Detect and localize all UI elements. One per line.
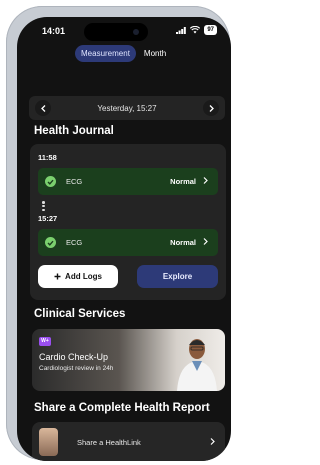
chevron-right-icon <box>203 238 208 245</box>
system-icons: 97 <box>176 25 217 35</box>
clinical-title: Clinical Services <box>34 308 126 320</box>
ecg-status: Normal <box>170 238 196 247</box>
entry-time: 11:58 <box>38 153 57 162</box>
chevron-right-icon <box>209 104 214 112</box>
camera-dot <box>133 29 139 35</box>
dynamic-island <box>84 23 148 41</box>
add-logs-button[interactable]: Add Logs <box>38 265 118 288</box>
brand-badge: W+ <box>39 337 51 346</box>
healthlink-thumbnail <box>39 428 58 456</box>
doctor-image <box>177 339 217 391</box>
explore-button[interactable]: Explore <box>137 265 218 288</box>
card-title: Cardio Check-Up <box>39 352 109 362</box>
wifi-icon <box>190 26 201 34</box>
cardio-checkup-card[interactable]: W+ Cardio Check-Up Cardiologist review i… <box>32 329 225 391</box>
journal-title: Health Journal <box>34 125 114 137</box>
status-bar: 14:01 97 <box>17 17 231 43</box>
chevron-right-icon <box>210 438 215 445</box>
entry-time: 15:27 <box>38 214 58 223</box>
share-healthlink-row[interactable]: Share a HealthLink <box>32 422 225 461</box>
phone-frame: 14:01 97 Measurement Month Yesterday, 15… <box>6 6 231 461</box>
view-toggle: Measurement Month <box>75 45 172 62</box>
healthlink-label: Share a HealthLink <box>77 438 141 447</box>
chevron-right-icon <box>203 177 208 184</box>
plus-icon <box>54 273 61 280</box>
status-time: 14:01 <box>42 26 66 36</box>
next-button[interactable] <box>203 100 219 116</box>
tab-month[interactable]: Month <box>138 45 172 62</box>
ecg-entry[interactable]: ECG Normal <box>38 168 218 195</box>
check-icon <box>45 176 56 187</box>
app-screen: 14:01 97 Measurement Month Yesterday, 15… <box>17 17 231 461</box>
ecg-type: ECG <box>66 177 83 186</box>
date-navigator: Yesterday, 15:27 <box>29 96 225 120</box>
timeline-dots <box>42 201 45 211</box>
explore-label: Explore <box>162 272 193 281</box>
ecg-type: ECG <box>66 238 83 247</box>
battery-icon: 97 <box>204 25 217 35</box>
date-label: Yesterday, 15:27 <box>97 103 157 113</box>
ecg-entry[interactable]: ECG Normal <box>38 229 218 256</box>
chevron-left-icon <box>40 104 45 112</box>
signal-icon <box>176 26 187 34</box>
report-title: Share a Complete Health Report <box>34 402 210 414</box>
ecg-status: Normal <box>170 177 196 186</box>
previous-button[interactable] <box>35 100 51 116</box>
tab-measurement[interactable]: Measurement <box>75 45 136 62</box>
add-logs-label: Add Logs <box>65 272 102 281</box>
check-icon <box>45 237 56 248</box>
card-subtitle: Cardiologist review in 24h <box>39 365 114 372</box>
